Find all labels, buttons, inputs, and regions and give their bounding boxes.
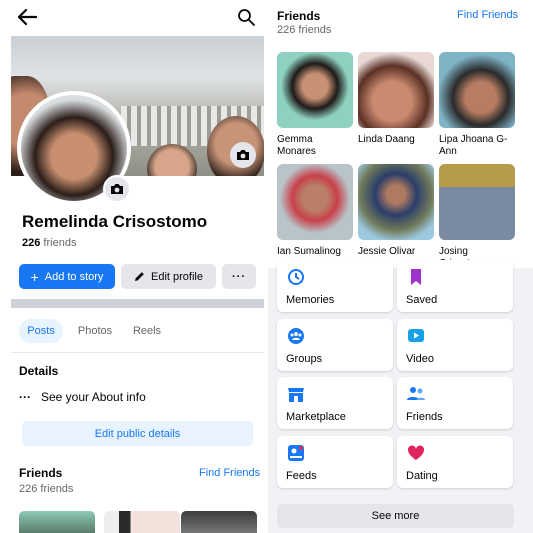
groups-icon <box>288 328 304 344</box>
screenshot: Remelinda Crisostomo 226 friends + Add t… <box>0 0 533 533</box>
menu-item-label: Marketplace <box>286 411 346 423</box>
find-friends-link[interactable]: Find Friends <box>199 467 260 479</box>
find-friends-link[interactable]: Find Friends <box>457 9 518 21</box>
store-icon <box>288 388 304 402</box>
tab-posts[interactable]: Posts <box>19 319 63 343</box>
edit-profile-label: Edit profile <box>151 270 203 283</box>
menu-item-label: Dating <box>406 470 438 482</box>
tab-reels[interactable]: Reels <box>129 319 165 343</box>
menu-item-groups[interactable]: Groups <box>277 319 393 371</box>
friend-photo <box>277 164 353 240</box>
friend-tile[interactable]: Josing Crisostomo <box>439 164 515 270</box>
friend-thumbnail[interactable] <box>19 511 95 533</box>
profile-friend-count[interactable]: 226 friends <box>22 237 76 249</box>
friend-photo <box>439 164 515 240</box>
friends-heading: Friends <box>277 9 321 23</box>
menu-item-memories[interactable]: Memories <box>277 260 393 312</box>
section-divider <box>11 299 264 308</box>
friend-count-label: friends <box>43 237 77 249</box>
menu-panel: Friends 226 friends Find Friends Gemma M… <box>268 0 533 533</box>
see-more-button[interactable]: See more <box>277 504 514 528</box>
friend-count-number: 226 <box>22 237 41 249</box>
bookmark-icon <box>411 269 421 285</box>
more-dots-icon: ··· <box>19 390 31 404</box>
menu-item-label: Saved <box>406 294 438 306</box>
tab-photos[interactable]: Photos <box>74 319 116 343</box>
feeds-icon <box>288 445 304 461</box>
friend-photo <box>439 52 515 128</box>
avatar-camera-button[interactable] <box>103 175 131 203</box>
friend-name: Lipa Jhoana G-Ann <box>439 134 508 157</box>
friend-photo <box>358 52 434 128</box>
camera-icon <box>237 150 249 160</box>
friend-tile[interactable]: Ian Sumalinog <box>277 164 353 258</box>
menu-item-label: Memories <box>286 294 335 306</box>
camera-icon <box>111 184 123 194</box>
friends-icon <box>407 387 425 400</box>
details-heading: Details <box>19 364 59 378</box>
friends-heading: Friends <box>19 466 63 480</box>
more-options-button[interactable]: ··· <box>222 264 256 289</box>
friends-count: 226 friends <box>19 483 74 495</box>
back-arrow-icon[interactable] <box>17 8 37 26</box>
plus-icon: + <box>30 268 39 285</box>
cover-person <box>147 144 197 176</box>
menu-item-label: Friends <box>406 411 443 423</box>
friend-thumbnail[interactable] <box>181 511 257 533</box>
menu-item-dating[interactable]: Dating <box>397 436 513 488</box>
menu-item-friends[interactable]: Friends <box>397 377 513 429</box>
heart-icon <box>407 445 425 460</box>
menu-item-label: Feeds <box>286 470 317 482</box>
menu-item-label: Video <box>406 353 434 365</box>
clock-icon <box>288 269 304 285</box>
friend-tile[interactable]: Linda Daang <box>358 52 434 146</box>
profile-panel: Remelinda Crisostomo 226 friends + Add t… <box>0 0 268 533</box>
friend-thumbnail[interactable] <box>104 511 180 533</box>
see-about-info-label: See your About info <box>41 390 146 404</box>
friend-name: Gemma Monares <box>277 134 316 157</box>
friend-name: Linda Daang <box>358 134 415 145</box>
friend-tile[interactable]: Gemma Monares <box>277 52 353 158</box>
friend-name: Jessie Olivar <box>358 246 416 257</box>
friends-count: 226 friends <box>277 24 332 36</box>
menu-item-video[interactable]: Video <box>397 319 513 371</box>
friend-name: Ian Sumalinog <box>277 246 341 257</box>
see-about-info-row[interactable]: ··· See your About info <box>19 390 146 404</box>
edit-profile-button[interactable]: Edit profile <box>121 264 216 289</box>
pencil-icon <box>135 272 144 281</box>
friend-tile[interactable]: Jessie Olivar <box>358 164 434 258</box>
search-icon[interactable] <box>237 8 255 26</box>
video-icon <box>408 329 424 342</box>
add-to-story-button[interactable]: + Add to story <box>19 264 115 289</box>
edit-public-details-button[interactable]: Edit public details <box>22 421 253 446</box>
tabs-underline <box>11 352 264 353</box>
menu-item-marketplace[interactable]: Marketplace <box>277 377 393 429</box>
add-to-story-label: Add to story <box>44 270 104 283</box>
friend-tile[interactable]: Lipa Jhoana G-Ann <box>439 52 515 158</box>
profile-name: Remelinda Crisostomo <box>22 212 208 231</box>
cover-camera-button[interactable] <box>230 142 256 168</box>
menu-item-label: Groups <box>286 353 323 365</box>
friend-photo <box>277 52 353 128</box>
menu-item-feeds[interactable]: Feeds <box>277 436 393 488</box>
friend-photo <box>358 164 434 240</box>
menu-item-saved[interactable]: Saved <box>397 260 513 312</box>
